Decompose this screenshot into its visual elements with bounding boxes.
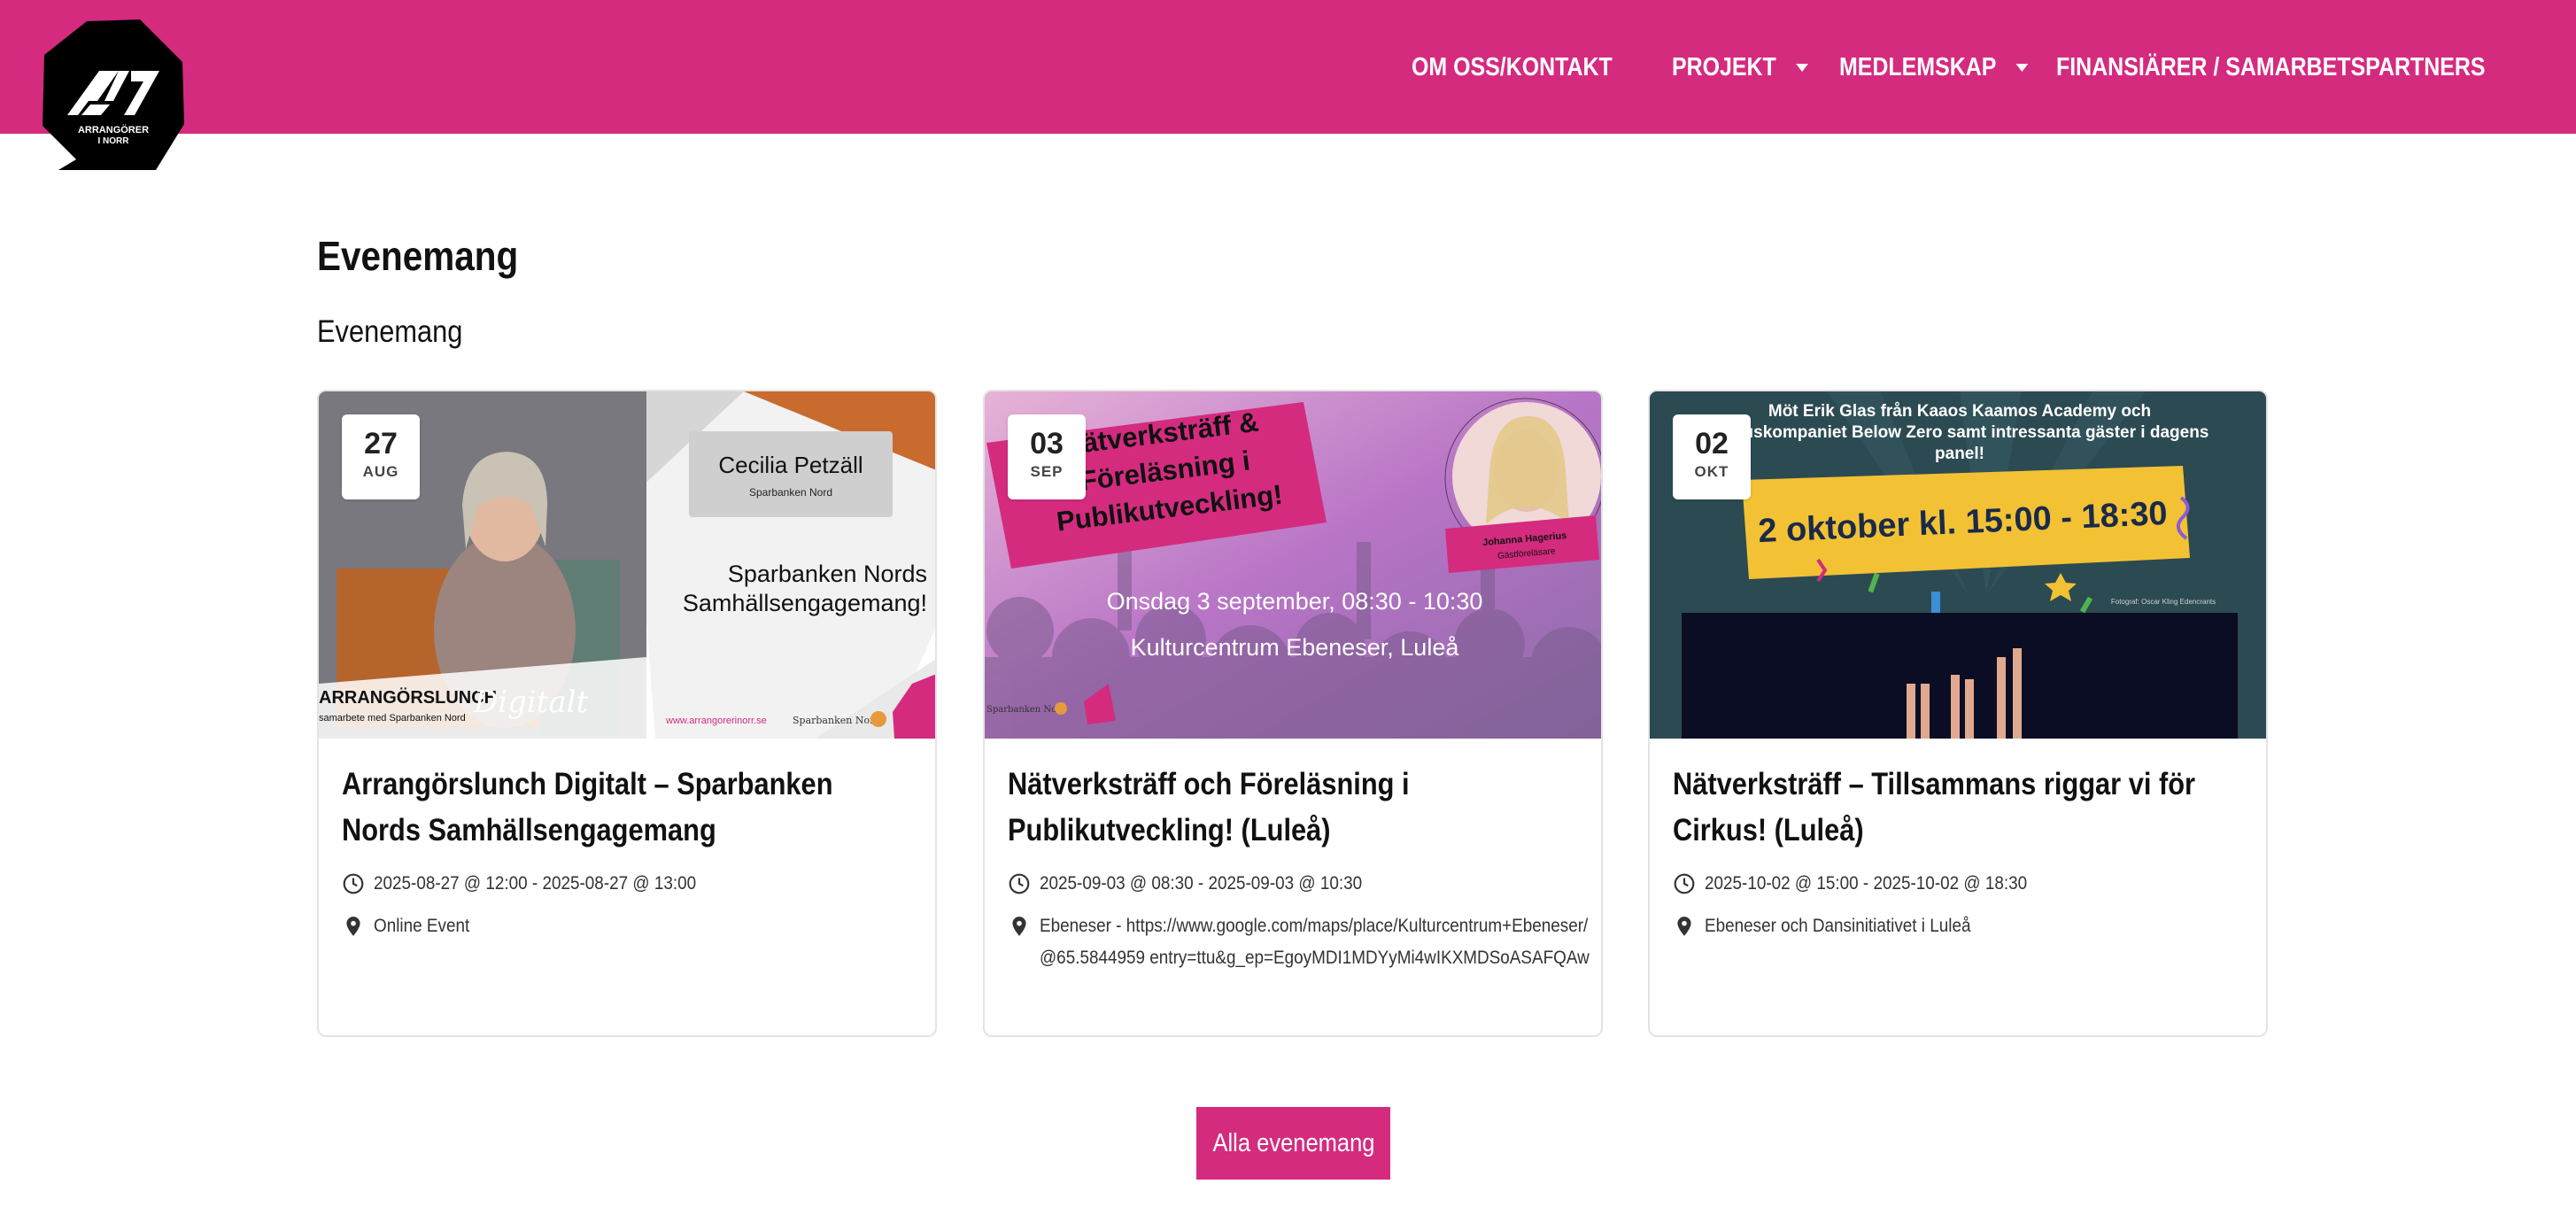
date-day: 02	[1695, 427, 1729, 460]
image-where: Kulturcentrum Ebeneser, Luleå	[1131, 634, 1460, 661]
event-time: 2025-08-27 @ 12:00 - 2025-08-27 @ 13:00	[342, 868, 732, 900]
nav-finansiarer-samarbetspartners[interactable]: FINANSIÄRER / SAMARBETSPARTNERS	[2056, 50, 2486, 85]
event-title[interactable]: Arrangörslunch Digitalt – Sparbanken Nor…	[342, 762, 918, 854]
event-title[interactable]: Nätverksträff och Föreläsning i Publikut…	[1008, 762, 1584, 854]
event-card[interactable]: Möt Erik Glas från Kaaos Kaamos Academy …	[1648, 390, 2268, 1037]
event-location-text: Ebeneser - https://www.google.com/maps/p…	[1040, 916, 1590, 968]
event-image[interactable]: Nätverksträff & Föreläsning i Publikutve…	[985, 391, 1601, 739]
nav-om-oss-kontakt[interactable]: OM OSS/KONTAKT	[1412, 50, 1613, 85]
event-card[interactable]: ARRANGÖRSLUNCH samarbete med Sparbanken …	[317, 390, 937, 1037]
map-pin-icon	[346, 917, 360, 936]
date-day: 27	[364, 427, 398, 460]
date-month: OKT	[1694, 463, 1729, 480]
section-title: Evenemang	[317, 314, 463, 349]
event-time-text: 2025-09-03 @ 08:30 - 2025-09-03 @ 10:30	[1040, 873, 1363, 894]
nav-label: MEDLEMSKAP	[1839, 52, 1997, 81]
all-events-button[interactable]: Alla evenemang	[1196, 1107, 1390, 1180]
event-card[interactable]: Nätverksträff & Föreläsning i Publikutve…	[983, 390, 1603, 1037]
nav-medlemskap[interactable]: MEDLEMSKAP	[1839, 50, 2029, 85]
date-month: AUG	[362, 463, 399, 480]
all-events-label: Alla evenemang	[1211, 1128, 1375, 1157]
image-bottom-title: ARRANGÖRSLUNCH	[319, 687, 497, 708]
event-location-text: Online Event	[374, 916, 470, 936]
nav-label: PROJEKT	[1672, 52, 1776, 81]
image-top-1: Möt Erik Glas från Kaaos Kaamos Academy …	[1768, 402, 2151, 421]
event-time-text: 2025-08-27 @ 12:00 - 2025-08-27 @ 13:00	[374, 873, 697, 894]
map-pin-icon	[1012, 917, 1026, 936]
nav-label: OM OSS/KONTAKT	[1412, 52, 1613, 81]
site-logo[interactable]: ARRANGÖRER I NORR	[43, 19, 184, 170]
image-name-box: Cecilia Petzäll	[718, 452, 863, 478]
event-time: 2025-09-03 @ 08:30 - 2025-09-03 @ 10:30	[1008, 868, 1398, 900]
logo-text-line1: ARRANGÖRER	[78, 124, 149, 135]
event-location-text: Ebeneser och Dansinitiativet i Luleå	[1705, 916, 1971, 936]
map-pin-icon	[1677, 917, 1691, 936]
image-when: Onsdag 3 september, 08:30 - 10:30	[1107, 588, 1483, 615]
image-top-2: Cirkuskompaniet Below Zero samt intressa…	[1711, 423, 2209, 442]
image-bottom-sub: samarbete med Sparbanken Nord	[319, 713, 466, 724]
date-badge: 03 SEP	[1008, 414, 1086, 499]
nav-projekt[interactable]: PROJEKT	[1672, 50, 1808, 85]
image-url: www.arrangorerinorr.se	[665, 716, 767, 726]
logo-text-line2: I NORR	[98, 136, 130, 146]
event-location: Online Event	[342, 910, 480, 942]
event-time-text: 2025-10-02 @ 15:00 - 2025-10-02 @ 18:30	[1705, 873, 2028, 894]
event-image[interactable]: Möt Erik Glas från Kaaos Kaamos Academy …	[1650, 391, 2266, 739]
image-headline-2: Samhällsengagemang!	[683, 590, 927, 616]
image-photo-credit: Fotograf: Oscar Kling Edencrants	[2111, 598, 2216, 606]
image-top-3: panel!	[1935, 445, 1984, 463]
image-partner: Sparbanken Nord	[793, 715, 880, 726]
date-badge: 27 AUG	[342, 414, 420, 499]
nav-label: FINANSIÄRER / SAMARBETSPARTNERS	[2056, 52, 2486, 81]
chevron-down-icon	[2015, 63, 2029, 72]
chevron-down-icon	[1796, 63, 1808, 72]
clock-icon	[1009, 873, 1030, 894]
event-image[interactable]: ARRANGÖRSLUNCH samarbete med Sparbanken …	[319, 391, 935, 739]
date-day: 03	[1030, 427, 1064, 460]
logo-icon: ARRANGÖRER I NORR	[43, 19, 184, 170]
image-headline-1: Sparbanken Nords	[728, 561, 927, 587]
date-badge: 02 OKT	[1673, 414, 1751, 499]
event-location: Ebeneser och Dansinitiativet i Luleå	[1673, 910, 2000, 942]
clock-icon	[343, 873, 364, 894]
image-script-word: Digitalt	[473, 685, 589, 720]
event-time: 2025-10-02 @ 15:00 - 2025-10-02 @ 18:30	[1673, 868, 2063, 900]
page-title: Evenemang	[317, 233, 519, 279]
event-title[interactable]: Nätverksträff – Tillsammans riggar vi fö…	[1673, 762, 2249, 854]
image-name-box-sub: Sparbanken Nord	[749, 486, 832, 499]
event-location: Ebeneser - https://www.google.com/maps/p…	[1008, 910, 1601, 974]
date-month: SEP	[1030, 463, 1064, 480]
clock-icon	[1674, 873, 1695, 894]
